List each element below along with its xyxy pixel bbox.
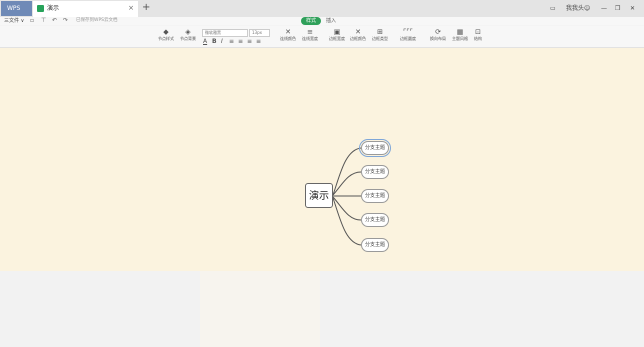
subtopic-node[interactable]: 分支主题: [361, 213, 389, 227]
subtopic-node[interactable]: 分支主题: [359, 139, 391, 157]
central-topic[interactable]: 演示: [305, 183, 333, 208]
subtopic-node[interactable]: 分支主题: [361, 189, 389, 203]
subtopic-node[interactable]: 分支主题: [361, 165, 389, 179]
subtopic-node[interactable]: 分支主题: [361, 238, 389, 252]
mindmap-connectors: [332, 147, 362, 246]
connector-4: [332, 196, 362, 221]
connector-5: [332, 197, 362, 246]
connector-1: [332, 147, 362, 196]
